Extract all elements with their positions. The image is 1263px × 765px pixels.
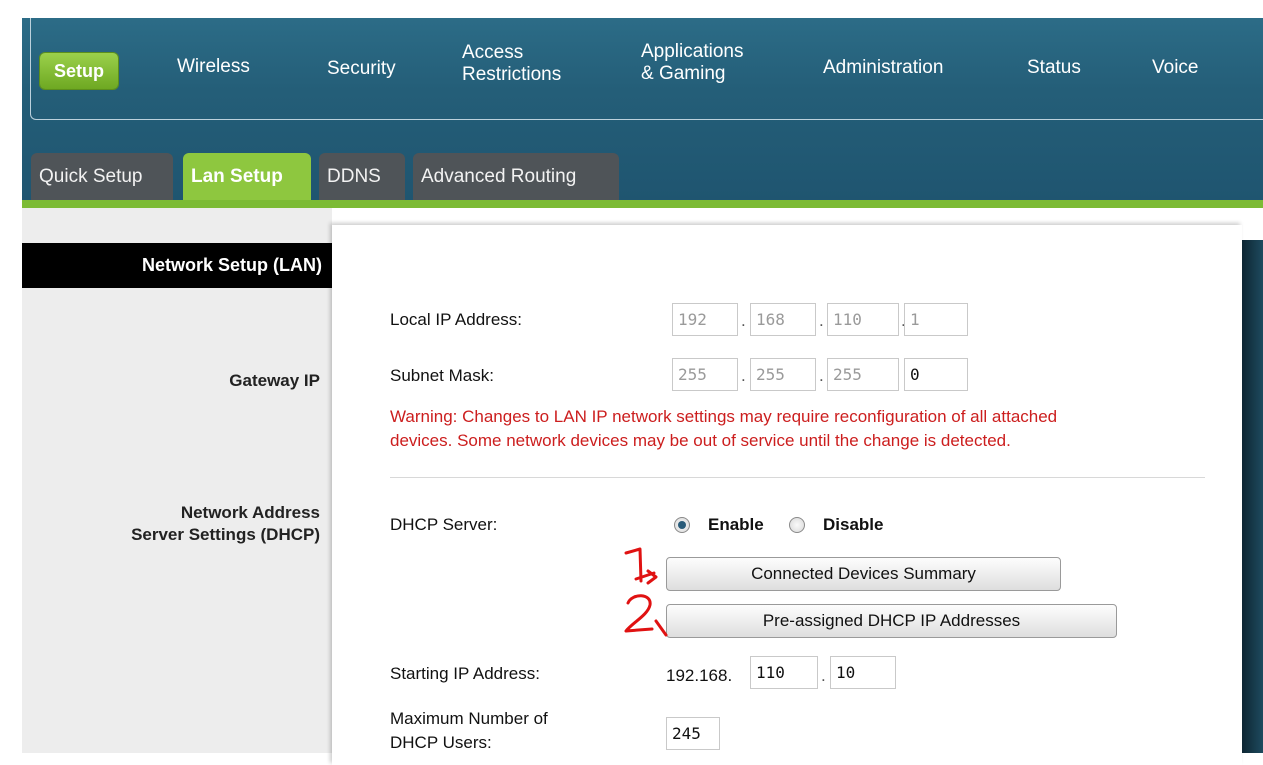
nav-voice[interactable]: Voice bbox=[1152, 57, 1198, 79]
divider bbox=[390, 477, 1205, 478]
subnet-octet-2: 255 bbox=[750, 358, 816, 391]
dhcp-server-label: DHCP Server: bbox=[390, 515, 498, 534]
local-ip-octet-2: 168 bbox=[750, 303, 816, 336]
tab-advanced-routing[interactable]: Advanced Routing bbox=[413, 153, 619, 200]
handwritten-annotation-icon bbox=[624, 547, 668, 637]
gateway-ip-label: Gateway IP bbox=[229, 371, 320, 390]
nav-applications-gaming[interactable]: Applications & Gaming bbox=[641, 41, 743, 85]
starting-ip-octet-3[interactable]: 110 bbox=[750, 656, 818, 689]
tab-underline bbox=[22, 200, 1263, 208]
dhcp-disable-label[interactable]: Disable bbox=[823, 515, 883, 535]
preassigned-dhcp-button[interactable]: Pre-assigned DHCP IP Addresses bbox=[666, 604, 1117, 638]
subnet-mask-label: Subnet Mask: bbox=[390, 366, 494, 385]
dot: . bbox=[819, 366, 824, 385]
subnet-octet-1: 255 bbox=[672, 358, 738, 391]
local-ip-octet-3: 110 bbox=[827, 303, 899, 336]
starting-ip-prefix: 192.168. bbox=[666, 666, 733, 685]
lan-warning: Warning: Changes to LAN IP network setti… bbox=[390, 405, 1210, 453]
top-strip bbox=[0, 0, 1263, 18]
right-shadow bbox=[1242, 240, 1263, 753]
tab-quick-setup[interactable]: Quick Setup bbox=[31, 153, 173, 200]
warning-line-1: Warning: Changes to LAN IP network setti… bbox=[390, 407, 1058, 426]
dhcp-enable-radio[interactable] bbox=[674, 517, 690, 533]
nav-status[interactable]: Status bbox=[1027, 57, 1081, 79]
nav-security[interactable]: Security bbox=[327, 58, 396, 80]
page-edge bbox=[0, 0, 22, 753]
warning-line-2: devices. Some network devices may be out… bbox=[390, 431, 1011, 450]
subnet-octet-3: 255 bbox=[827, 358, 899, 391]
connected-devices-button[interactable]: Connected Devices Summary bbox=[666, 557, 1061, 591]
dhcp-disable-radio[interactable] bbox=[789, 517, 805, 533]
nav-access-restrictions[interactable]: Access Restrictions bbox=[462, 42, 561, 86]
dhcp-section-label-2: Server Settings (DHCP) bbox=[131, 525, 320, 544]
local-ip-octet-1: 192 bbox=[672, 303, 738, 336]
dhcp-enable-label[interactable]: Enable bbox=[708, 515, 764, 535]
nav-setup[interactable]: Setup bbox=[40, 53, 119, 89]
nav-administration[interactable]: Administration bbox=[823, 57, 943, 79]
dot: . bbox=[819, 311, 824, 330]
local-ip-octet-4[interactable]: 1 bbox=[904, 303, 968, 336]
subnet-octet-4[interactable]: 0 bbox=[904, 358, 968, 391]
starting-ip-octet-4[interactable]: 10 bbox=[830, 656, 896, 689]
max-users-label-2: DHCP Users: bbox=[390, 733, 492, 752]
dot: . bbox=[741, 311, 746, 330]
dot: . bbox=[741, 366, 746, 385]
tab-ddns[interactable]: DDNS bbox=[319, 153, 405, 200]
local-ip-label: Local IP Address: bbox=[390, 310, 522, 329]
section-title: Network Setup (LAN) bbox=[22, 243, 334, 288]
dot: . bbox=[821, 666, 826, 685]
max-users-label-1: Maximum Number of bbox=[390, 709, 548, 728]
nav-wireless[interactable]: Wireless bbox=[177, 56, 250, 78]
dhcp-section-label-1: Network Address bbox=[180, 503, 320, 522]
left-column bbox=[22, 208, 332, 753]
starting-ip-label: Starting IP Address: bbox=[390, 664, 540, 683]
max-users-input[interactable]: 245 bbox=[666, 717, 720, 750]
tab-lan-setup[interactable]: Lan Setup bbox=[183, 153, 311, 200]
